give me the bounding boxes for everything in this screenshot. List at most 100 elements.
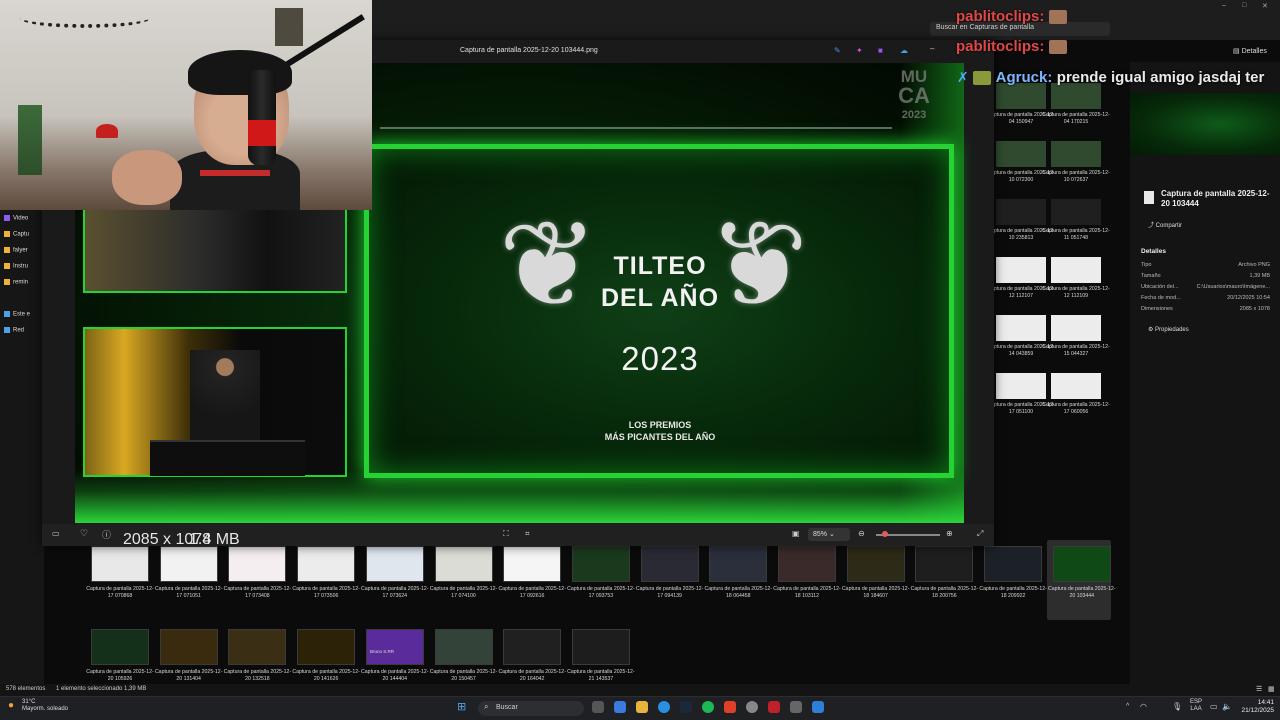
- file-name[interactable]: Captura de pantalla 2025-12-20 150457: [429, 669, 499, 682]
- minimize-button[interactable]: –: [1222, 2, 1226, 9]
- viewer-minimize-button[interactable]: –: [930, 44, 934, 53]
- file-name[interactable]: Captura de pantalla 2025-12-04 170215: [1041, 112, 1111, 125]
- file-name[interactable]: Captura de pantalla 2025-12-20 132518: [222, 669, 292, 682]
- maximize-button[interactable]: □: [1242, 2, 1246, 9]
- file-name[interactable]: Captura de pantalla 2025-12-17 060056: [1041, 402, 1111, 415]
- file-name[interactable]: Captura de pantalla 2025-12-17 073506: [291, 586, 361, 599]
- tray-chevron-icon[interactable]: ^: [1126, 703, 1129, 710]
- file-thumbnail[interactable]: [434, 629, 493, 665]
- file-thumbnail[interactable]: [297, 629, 356, 665]
- file-thumbnail[interactable]: [915, 546, 974, 582]
- file-name[interactable]: Captura de pantalla 2025-12-18 064458: [703, 586, 773, 599]
- file-name[interactable]: Captura de pantalla 2025-12-17 092616: [497, 586, 567, 599]
- crop-icon[interactable]: ⛶: [503, 529, 509, 539]
- file-thumbnail[interactable]: [996, 315, 1046, 341]
- file-name[interactable]: Captura de pantalla 2025-12-18 103112: [772, 586, 842, 599]
- file-thumbnail[interactable]: [996, 257, 1046, 283]
- file-name[interactable]: Captura de pantalla 2025-12-17 074100: [429, 586, 499, 599]
- app-icon[interactable]: [790, 701, 802, 713]
- fullscreen-icon[interactable]: ⤢: [977, 529, 983, 539]
- file-name[interactable]: Captura de pantalla 2025-12-20 105926: [85, 669, 155, 682]
- app-icon[interactable]: [768, 701, 780, 713]
- file-thumbnail[interactable]: [159, 546, 218, 582]
- nav-item-this-pc[interactable]: Este e: [4, 311, 30, 318]
- file-name[interactable]: Captura de pantalla 2025-12-17 093753: [566, 586, 636, 599]
- file-name[interactable]: Captura de pantalla 2025-12-15 044327: [1041, 344, 1111, 357]
- file-thumbnail[interactable]: [91, 546, 149, 582]
- network-icon[interactable]: ▭: [1210, 702, 1218, 711]
- file-thumbnail[interactable]: [996, 373, 1046, 399]
- nav-item-remin[interactable]: remin: [4, 279, 28, 286]
- file-name[interactable]: Captura de pantalla 2025-12-17 071051: [154, 586, 224, 599]
- file-name[interactable]: Captura de pantalla 2025-12-11 051748: [1041, 228, 1111, 241]
- copilot-icon[interactable]: [614, 701, 626, 713]
- close-button[interactable]: ✕: [1262, 2, 1268, 10]
- weather-widget[interactable]: 31°C Mayorm. soleado: [22, 699, 68, 713]
- volume-icon[interactable]: 🔈: [1222, 702, 1232, 711]
- file-explorer-icon[interactable]: [636, 701, 648, 713]
- nav-item-instru[interactable]: Instru: [4, 263, 28, 270]
- edit-icon[interactable]: ✎: [834, 46, 841, 55]
- file-thumbnail[interactable]: [228, 546, 287, 582]
- file-name[interactable]: Captura de pantalla 2025-12-17 070868: [85, 586, 155, 599]
- file-thumbnail[interactable]: [1051, 199, 1101, 225]
- nav-item-videos[interactable]: Video: [4, 215, 28, 222]
- file-name[interactable]: Captura de pantalla 2025-12-20 131404: [154, 669, 224, 682]
- zoom-slider-knob[interactable]: [882, 531, 888, 537]
- file-thumbnail[interactable]: [1051, 257, 1101, 283]
- file-thumbnail[interactable]: [1052, 546, 1111, 582]
- zoom-select[interactable]: 85% ⌄: [808, 528, 850, 541]
- file-name[interactable]: Captura de pantalla 2025-12-18 184607: [841, 586, 911, 599]
- language-indicator[interactable]: ESP LAA: [1190, 699, 1202, 713]
- edge-icon[interactable]: [658, 701, 670, 713]
- file-name[interactable]: Captura de pantalla 2025-12-20 103444: [1047, 586, 1117, 599]
- filmstrip-icon[interactable]: ▭: [52, 529, 60, 538]
- info-icon[interactable]: ⓘ: [102, 528, 111, 541]
- file-thumbnail[interactable]: [996, 141, 1046, 167]
- zoom-out-icon[interactable]: ⊖: [858, 529, 865, 538]
- file-name[interactable]: Captura de pantalla 2025-12-17 094139: [635, 586, 705, 599]
- file-name[interactable]: Captura de pantalla 2025-12-17 073624: [360, 586, 430, 599]
- file-thumbnail[interactable]: [846, 546, 905, 582]
- share-button[interactable]: ⤴ Compartir: [1148, 220, 1182, 229]
- file-thumbnail[interactable]: [434, 546, 493, 582]
- file-thumbnail[interactable]: [778, 546, 836, 582]
- windows-start-icon[interactable]: ⊞: [457, 700, 466, 713]
- onedrive-icon[interactable]: ☁: [900, 46, 908, 55]
- file-name[interactable]: Captura de pantalla 2025-12-21 143537: [566, 669, 636, 682]
- file-name[interactable]: Captura de pantalla 2025-12-20 144404: [360, 669, 430, 682]
- favorite-icon[interactable]: ♡: [80, 528, 88, 539]
- file-thumbnail[interactable]: [297, 546, 356, 582]
- grid-view-icon[interactable]: ▦: [1268, 685, 1275, 693]
- file-thumbnail[interactable]: [503, 629, 562, 665]
- file-name[interactable]: Captura de pantalla 2025-12-17 073408: [222, 586, 292, 599]
- enhance-icon[interactable]: ⌗: [525, 529, 530, 539]
- mic-icon[interactable]: 🎙: [1172, 702, 1182, 711]
- file-name[interactable]: Captura de pantalla 2025-12-18 209922: [978, 586, 1048, 599]
- photos-icon[interactable]: [812, 701, 824, 713]
- steam-icon[interactable]: [680, 701, 692, 713]
- nav-item-network[interactable]: Red: [4, 327, 24, 334]
- taskbar-search[interactable]: Buscar: [478, 701, 584, 716]
- task-view-icon[interactable]: [592, 701, 604, 713]
- list-view-icon[interactable]: ☰: [1256, 685, 1262, 693]
- properties-button[interactable]: ⚙ Propiedades: [1148, 326, 1189, 333]
- spotify-icon[interactable]: [702, 701, 714, 713]
- wifi-icon[interactable]: ◠: [1140, 702, 1147, 711]
- file-thumbnail[interactable]: [365, 629, 424, 665]
- file-thumbnail[interactable]: [571, 546, 630, 582]
- file-name[interactable]: Captura de pantalla 2025-12-18 200756: [909, 586, 979, 599]
- file-thumbnail[interactable]: [503, 546, 562, 582]
- weather-icon[interactable]: ●: [8, 700, 14, 711]
- nav-item-falyer[interactable]: falyer: [4, 247, 28, 254]
- nav-item-captures[interactable]: Captu: [4, 231, 29, 238]
- file-thumbnail[interactable]: [1051, 373, 1101, 399]
- file-thumbnail[interactable]: [365, 546, 424, 582]
- fit-icon[interactable]: ▣: [792, 529, 800, 538]
- file-thumbnail[interactable]: [709, 546, 768, 582]
- file-name[interactable]: Captura de pantalla 2025-12-20 164042: [497, 669, 567, 682]
- file-thumbnail[interactable]: [996, 199, 1046, 225]
- file-thumbnail[interactable]: [571, 629, 630, 665]
- file-thumbnail[interactable]: [984, 546, 1043, 582]
- brave-icon[interactable]: [724, 701, 736, 713]
